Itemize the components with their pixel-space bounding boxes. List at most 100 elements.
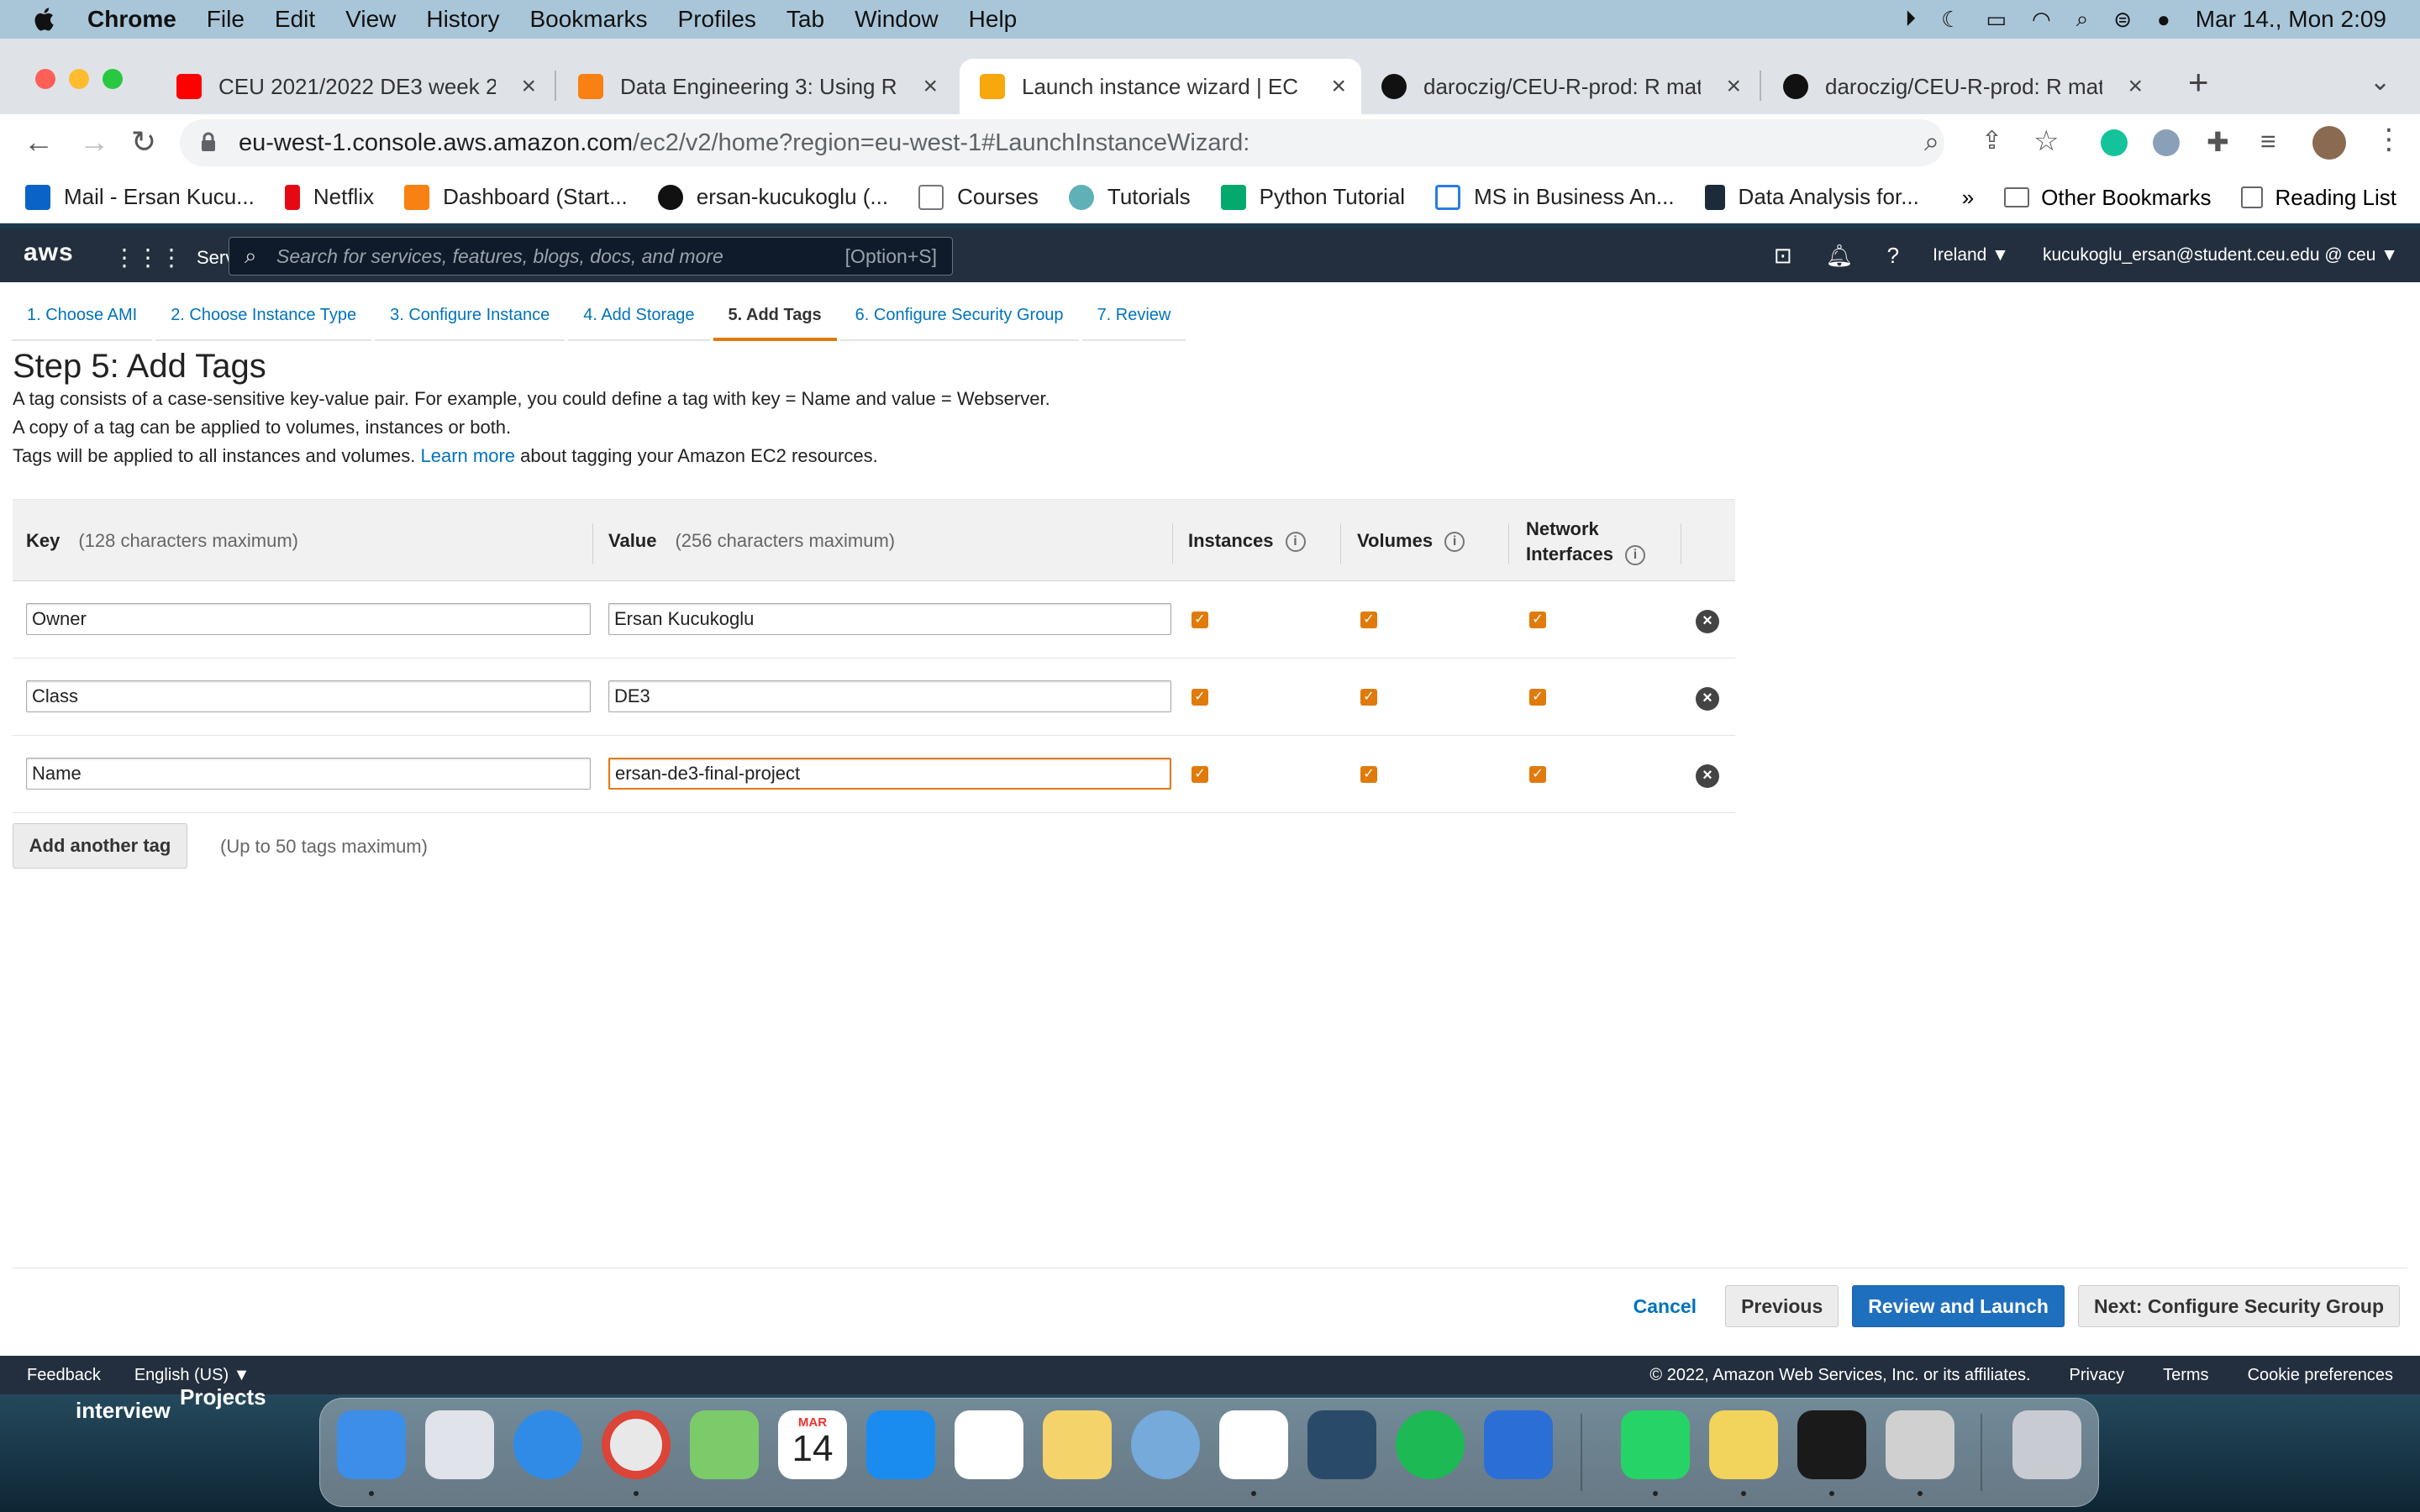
feedback-link[interactable]: Feedback: [27, 1366, 101, 1385]
notes-icon[interactable]: [1043, 1410, 1112, 1479]
forward-arrow-icon[interactable]: →: [79, 124, 109, 160]
menubar-clock[interactable]: Mar 14., Mon 2:09: [2196, 6, 2386, 33]
tag-value-input[interactable]: [608, 680, 1171, 712]
aws-logo[interactable]: aws: [24, 239, 74, 267]
tab-close-icon[interactable]: ×: [923, 72, 938, 101]
browser-tab-active[interactable]: Launch instance wizard | EC2 M ×: [960, 59, 1361, 114]
profile-avatar[interactable]: [2312, 126, 2346, 160]
bookmark-item[interactable]: Courses: [918, 184, 1039, 210]
instances-checkbox[interactable]: ✓: [1192, 766, 1208, 783]
step-review[interactable]: 7. Review: [1081, 291, 1186, 341]
spotlight-search-icon[interactable]: ⌕: [2076, 6, 2089, 33]
bookmark-item[interactable]: Mail - Ersan Kucu...: [25, 184, 255, 210]
bookmark-item[interactable]: Python Tutorial: [1220, 184, 1405, 210]
remove-tag-icon[interactable]: ×: [1696, 764, 1719, 788]
menu-app-name[interactable]: Chrome: [87, 6, 176, 33]
step-choose-instance-type[interactable]: 2. Choose Instance Type: [155, 291, 371, 341]
menu-bookmarks[interactable]: Bookmarks: [529, 6, 647, 33]
address-bar[interactable]: eu-west-1.console.aws.amazon.com/ec2/v2/…: [180, 119, 1944, 166]
cancel-link[interactable]: Cancel: [1634, 1295, 1697, 1318]
browser-tab[interactable]: Data Engineering 3: Using R in ×: [558, 59, 953, 114]
spotify-icon[interactable]: [1396, 1410, 1465, 1479]
slack-icon[interactable]: [1219, 1410, 1288, 1479]
browser-tab[interactable]: daroczig/CEU-R-prod: R materi ×: [1361, 59, 1756, 114]
tag-key-input[interactable]: [26, 758, 591, 790]
siri-icon[interactable]: ●: [2157, 7, 2170, 33]
chrome-menu-icon[interactable]: ⋮: [2375, 123, 2403, 156]
network-interfaces-checkbox[interactable]: ✓: [1529, 612, 1546, 628]
trash-icon[interactable]: [2012, 1410, 2081, 1479]
instances-checkbox[interactable]: ✓: [1192, 689, 1208, 706]
remove-tag-icon[interactable]: ×: [1696, 687, 1719, 711]
desktop-item-label[interactable]: interview: [76, 1398, 171, 1424]
info-icon[interactable]: i: [1444, 532, 1465, 553]
volumes-checkbox[interactable]: ✓: [1360, 689, 1377, 706]
add-another-tag-button[interactable]: Add another tag: [13, 823, 187, 869]
tag-value-input[interactable]: [608, 758, 1171, 790]
bookmark-item[interactable]: Dashboard (Start...: [404, 184, 628, 210]
menu-file[interactable]: File: [207, 6, 245, 33]
window-zoom-button[interactable]: [103, 69, 123, 89]
language-selector[interactable]: English (US) ▼: [134, 1366, 250, 1385]
calendar-icon[interactable]: MAR 14: [778, 1410, 847, 1479]
reload-icon[interactable]: ↻: [131, 124, 156, 160]
apple-logo-icon[interactable]: [32, 6, 59, 33]
bookmark-item[interactable]: Data Analysis for...: [1704, 184, 1919, 210]
grammarly-icon[interactable]: [2101, 129, 2128, 156]
step-choose-ami[interactable]: 1. Choose AMI: [12, 291, 153, 341]
previous-button[interactable]: Previous: [1725, 1285, 1839, 1327]
step-add-storage[interactable]: 4. Add Storage: [568, 291, 710, 341]
other-bookmarks-folder[interactable]: Other Bookmarks: [2004, 185, 2211, 211]
tab-close-icon[interactable]: ×: [1726, 72, 1741, 101]
notifications-bell-icon[interactable]: 🔔︎: [1826, 243, 1854, 269]
focus-moon-icon[interactable]: ☾: [1941, 7, 1960, 33]
volumes-checkbox[interactable]: ✓: [1360, 612, 1377, 628]
extension-icon[interactable]: [2153, 129, 2180, 156]
menu-profiles[interactable]: Profiles: [678, 6, 756, 33]
reminders-icon[interactable]: [955, 1410, 1023, 1479]
bookmark-item[interactable]: Tutorials: [1068, 184, 1191, 210]
help-icon[interactable]: ?: [1887, 243, 1899, 269]
bookmark-item[interactable]: Netflix: [284, 184, 374, 210]
region-selector[interactable]: Ireland ▼: [1933, 245, 2009, 265]
privacy-link[interactable]: Privacy: [2070, 1366, 2125, 1385]
tag-key-input[interactable]: [26, 603, 591, 635]
xquartz-icon[interactable]: [1886, 1410, 1954, 1479]
step-add-tags[interactable]: 5. Add Tags: [713, 291, 837, 341]
control-center-icon[interactable]: ⊜: [2113, 7, 2132, 33]
terms-link[interactable]: Terms: [2163, 1366, 2208, 1385]
info-icon[interactable]: i: [1624, 545, 1645, 566]
network-interfaces-checkbox[interactable]: ✓: [1529, 766, 1546, 783]
finder-icon[interactable]: [337, 1410, 406, 1479]
reading-list-button[interactable]: Reading List: [2241, 185, 2396, 211]
chrome-icon[interactable]: [602, 1410, 671, 1479]
cloudshell-icon[interactable]: ⊡: [1774, 243, 1792, 269]
tag-key-input[interactable]: [26, 680, 591, 712]
window-close-button[interactable]: [35, 69, 55, 89]
menu-history[interactable]: History: [426, 6, 499, 33]
tab-close-icon[interactable]: ×: [1331, 72, 1346, 101]
cookie-preferences-link[interactable]: Cookie preferences: [2248, 1366, 2393, 1385]
tag-value-input[interactable]: [608, 603, 1171, 635]
bookmark-item[interactable]: MS in Business An...: [1435, 184, 1675, 210]
lock-icon[interactable]: [200, 132, 217, 152]
next-configure-security-group-button[interactable]: Next: Configure Security Group: [2077, 1285, 2400, 1327]
account-menu[interactable]: kucukoglu_ersan@student.ceu.edu @ ceu ▼: [2043, 245, 2398, 265]
battery-icon[interactable]: ▭: [1986, 7, 2007, 33]
back-arrow-icon[interactable]: ←: [24, 124, 54, 160]
app-store-icon[interactable]: [866, 1410, 935, 1479]
more-bookmarks-chevron-icon[interactable]: »: [1962, 185, 1974, 211]
terminal-icon[interactable]: [1797, 1410, 1866, 1479]
bookmark-star-icon[interactable]: ☆: [2033, 124, 2059, 158]
review-and-launch-button[interactable]: Review and Launch: [1852, 1285, 2065, 1327]
aws-search-input[interactable]: ⌕ Search for services, features, blogs, …: [229, 237, 953, 276]
play-status-icon[interactable]: ⏵: [1905, 6, 1916, 33]
stickies-icon[interactable]: [1709, 1410, 1778, 1479]
tab-close-icon[interactable]: ×: [521, 72, 536, 101]
tab-search-chevron-icon[interactable]: ⌄: [2370, 67, 2391, 97]
menu-edit[interactable]: Edit: [275, 6, 315, 33]
rstudio-icon[interactable]: [1131, 1410, 1200, 1479]
volumes-checkbox[interactable]: ✓: [1360, 766, 1377, 783]
files-icon[interactable]: [1484, 1410, 1553, 1479]
share-icon[interactable]: ⇪: [1981, 126, 2002, 155]
